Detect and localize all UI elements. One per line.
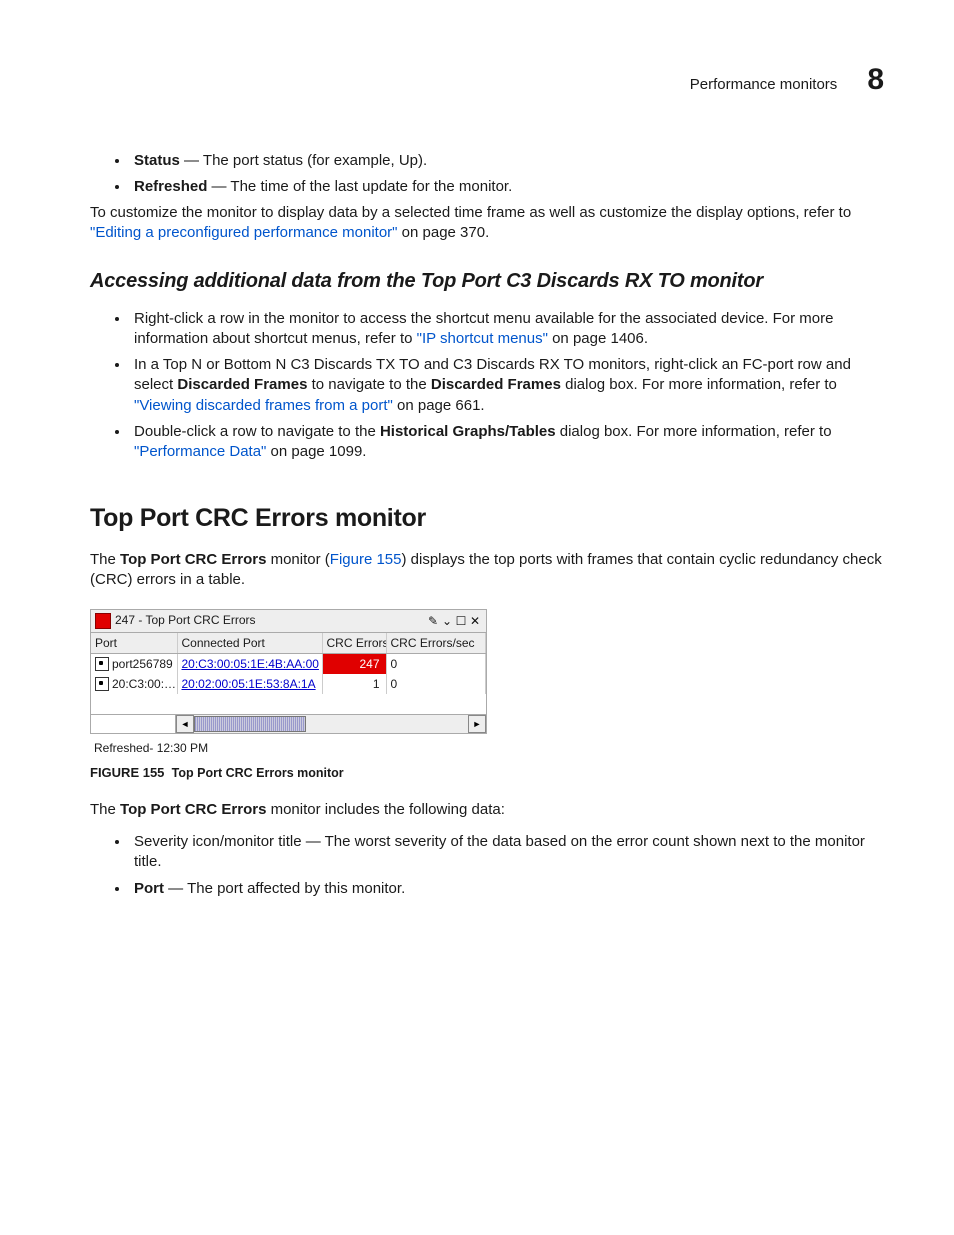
figure-ref-link[interactable]: Figure 155 <box>330 551 402 568</box>
header-section: Performance monitors <box>690 75 838 95</box>
list-item: Refreshed — The time of the last update … <box>130 177 884 197</box>
scroll-right-icon[interactable]: ► <box>468 715 486 733</box>
connected-port-link[interactable]: 20:C3:00:05:1E:4B:AA:00 <box>182 657 319 671</box>
table-row[interactable]: 20:C3:00:… 20:02:00:05:1E:53:8A:1A 1 0 <box>91 674 486 694</box>
access-bullet-list: Right-click a row in the monitor to acce… <box>90 309 884 463</box>
data-bullet-list: Severity icon/monitor title — The worst … <box>90 832 884 899</box>
crc-errors-cell: 247 <box>322 653 386 674</box>
subsection-heading: Accessing additional data from the Top P… <box>90 268 884 295</box>
field-desc: — The time of the last update for the mo… <box>207 178 512 195</box>
editing-monitor-link[interactable]: "Editing a preconfigured performance mon… <box>90 224 397 241</box>
scroll-left-icon[interactable]: ◄ <box>176 715 194 733</box>
customize-paragraph: To customize the monitor to display data… <box>90 203 884 244</box>
intro-bullet-list: Status — The port status (for example, U… <box>90 151 884 198</box>
page-header: Performance monitors 8 <box>60 60 894 101</box>
list-item: Status — The port status (for example, U… <box>130 151 884 171</box>
port-icon <box>95 657 109 671</box>
table-row[interactable]: port256789 20:C3:00:05:1E:4B:AA:00 247 0 <box>91 653 486 674</box>
col-crc-errors-sec[interactable]: CRC Errors/sec <box>386 633 486 654</box>
maximize-icon[interactable]: ☐ <box>454 614 468 628</box>
section-heading: Top Port CRC Errors monitor <box>90 502 884 536</box>
list-item: Double-click a row to navigate to the Hi… <box>130 422 884 463</box>
ip-shortcut-link[interactable]: "IP shortcut menus" <box>417 330 548 347</box>
refreshed-label: Refreshed- 12:30 PM <box>90 738 884 758</box>
field-label: Port <box>134 880 164 897</box>
field-desc: — The port affected by this monitor. <box>164 880 405 897</box>
col-crc-errors[interactable]: CRC Errors <box>322 633 386 654</box>
crc-errors-cell: 1 <box>322 674 386 694</box>
field-desc: — The port status (for example, Up). <box>180 152 427 169</box>
horizontal-scrollbar[interactable]: ◄ ► <box>91 714 486 733</box>
monitor-title: 247 - Top Port CRC Errors <box>115 612 426 628</box>
discarded-frames-link[interactable]: "Viewing discarded frames from a port" <box>134 397 393 414</box>
close-icon[interactable]: ✕ <box>468 614 482 628</box>
col-connected-port[interactable]: Connected Port <box>177 633 322 654</box>
monitor-table: Port Connected Port CRC Errors CRC Error… <box>91 633 486 714</box>
monitor-titlebar: 247 - Top Port CRC Errors ✎ ⌄ ☐ ✕ <box>91 610 486 633</box>
list-item: In a Top N or Bottom N C3 Discards TX TO… <box>130 355 884 416</box>
includes-paragraph: The Top Port CRC Errors monitor includes… <box>90 800 884 820</box>
performance-data-link[interactable]: "Performance Data" <box>134 443 266 460</box>
field-label: Status <box>134 152 180 169</box>
list-item: Severity icon/monitor title — The worst … <box>130 832 884 873</box>
section-intro: The Top Port CRC Errors monitor (Figure … <box>90 550 884 591</box>
list-item: Port — The port affected by this monitor… <box>130 879 884 899</box>
table-header-row: Port Connected Port CRC Errors CRC Error… <box>91 633 486 654</box>
chapter-number: 8 <box>867 60 884 101</box>
col-port[interactable]: Port <box>91 633 177 654</box>
field-label: Refreshed <box>134 178 207 195</box>
crc-rate-cell: 0 <box>386 653 486 674</box>
collapse-icon[interactable]: ⌄ <box>440 614 454 628</box>
severity-icon <box>95 613 111 629</box>
port-icon <box>95 677 109 691</box>
crc-errors-monitor: 247 - Top Port CRC Errors ✎ ⌄ ☐ ✕ Port C… <box>90 609 487 734</box>
scroll-thumb[interactable] <box>194 716 306 732</box>
wrench-icon[interactable]: ✎ <box>426 614 440 628</box>
figure-caption: FIGURE 155 Top Port CRC Errors monitor <box>90 764 884 782</box>
crc-rate-cell: 0 <box>386 674 486 694</box>
connected-port-link[interactable]: 20:02:00:05:1E:53:8A:1A <box>182 677 316 691</box>
list-item: Right-click a row in the monitor to acce… <box>130 309 884 350</box>
